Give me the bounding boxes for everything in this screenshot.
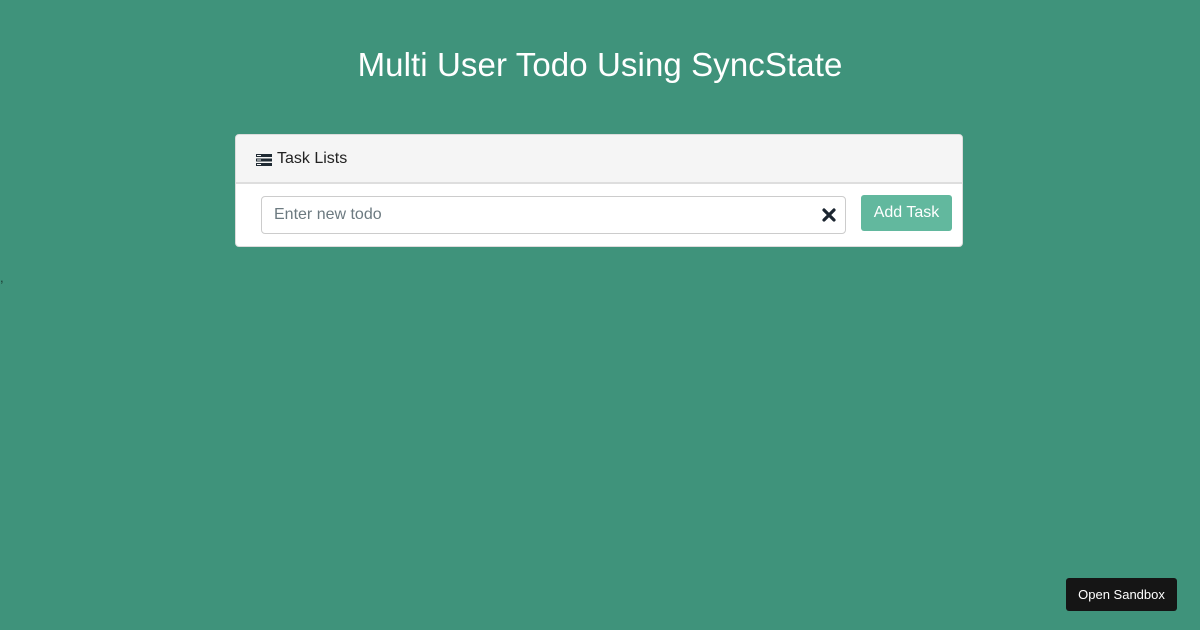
page: Multi User Todo Using SyncState Task Lis… xyxy=(0,0,1200,630)
todo-input-wrapper xyxy=(261,196,846,234)
close-icon[interactable] xyxy=(822,208,836,222)
page-title: Multi User Todo Using SyncState xyxy=(357,46,843,83)
open-sandbox-button[interactable]: Open Sandbox xyxy=(1066,578,1177,611)
stray-text: , xyxy=(0,270,4,285)
add-task-button[interactable]: Add Task xyxy=(861,195,952,231)
task-lists-panel: Task Lists Add Task xyxy=(235,134,963,247)
new-todo-input[interactable] xyxy=(262,197,807,233)
list-icon xyxy=(256,153,272,166)
panel-heading: Task Lists xyxy=(236,135,962,184)
panel-heading-label: Task Lists xyxy=(277,149,348,167)
panel-body: Add Task xyxy=(236,184,962,246)
